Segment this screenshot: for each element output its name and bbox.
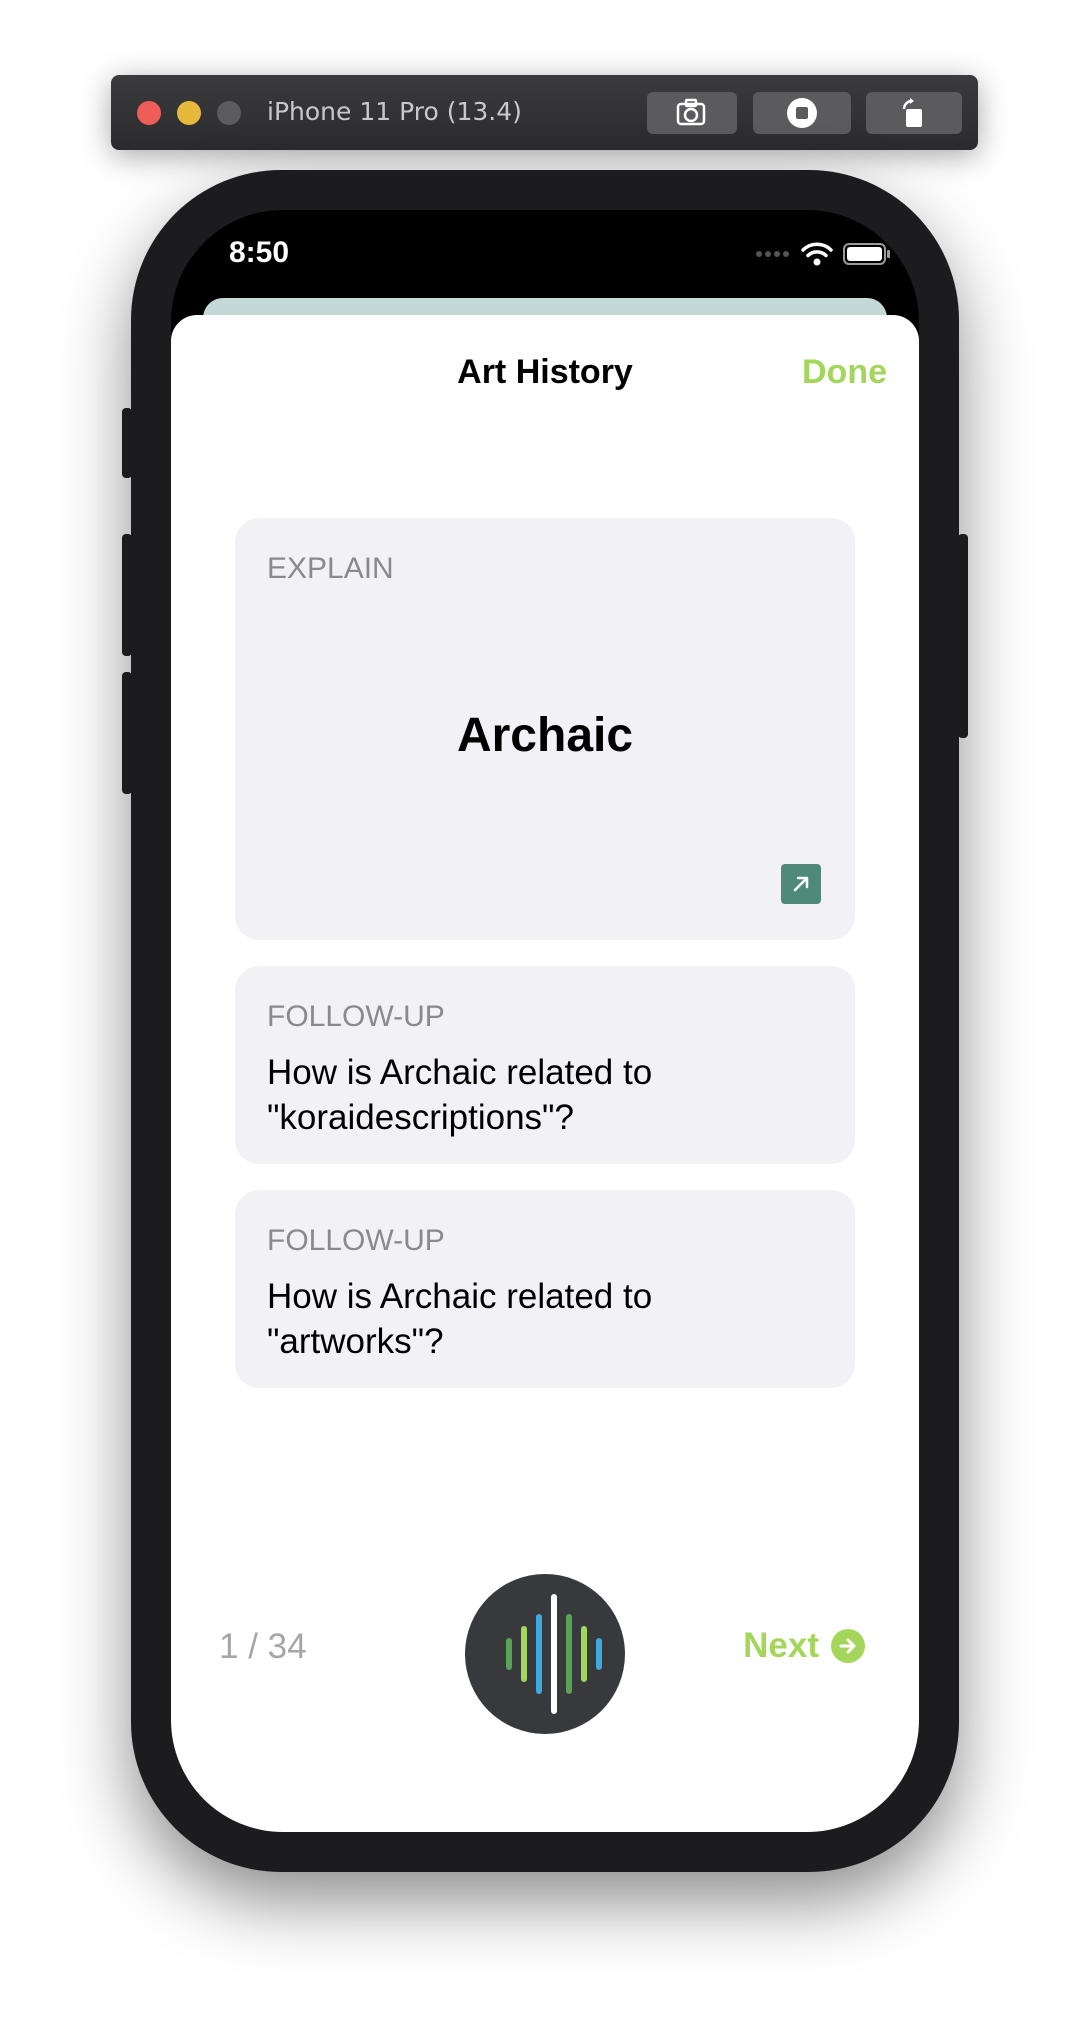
phone-screen: 8:50 Art History Done EXPLAIN Archaic FO…	[171, 210, 919, 1832]
expand-icon	[793, 876, 809, 892]
power-button	[958, 534, 968, 738]
rotate-button[interactable]	[866, 92, 962, 134]
card-counter: 1 / 34	[219, 1627, 307, 1666]
home-button[interactable]	[753, 92, 851, 134]
rotate-icon	[902, 98, 922, 127]
simulator-title-bar: iPhone 11 Pro (13.4)	[111, 75, 978, 150]
explain-card[interactable]: EXPLAIN Archaic	[235, 518, 855, 940]
status-time: 8:50	[229, 236, 290, 269]
volume-up-button	[122, 534, 132, 656]
next-button[interactable]: Next	[743, 1626, 865, 1666]
zoom-window-button[interactable]	[217, 101, 241, 125]
followup-card[interactable]: FOLLOW-UP How is Archaic related to "kor…	[235, 966, 855, 1164]
voice-waveform-icon	[506, 1594, 602, 1714]
close-window-button[interactable]	[137, 101, 161, 125]
followup-label: FOLLOW-UP	[267, 1000, 445, 1033]
arrow-right-circle-icon	[831, 1629, 865, 1663]
explain-label: EXPLAIN	[267, 552, 394, 585]
volume-down-button	[122, 672, 132, 794]
simulator-title: iPhone 11 Pro (13.4)	[267, 97, 522, 126]
screenshot-icon	[676, 98, 706, 126]
followup-question: How is Archaic related to "koraidescript…	[267, 1053, 653, 1137]
minimize-window-button[interactable]	[177, 101, 201, 125]
silent-switch	[122, 408, 132, 478]
followup-card[interactable]: FOLLOW-UP How is Archaic related to "art…	[235, 1190, 855, 1388]
done-button[interactable]: Done	[802, 353, 887, 392]
flashcard-sheet: Art History Done EXPLAIN Archaic FOLLOW-…	[171, 315, 919, 1832]
notch	[337, 210, 757, 270]
iphone-frame: 8:50 Art History Done EXPLAIN Archaic FO…	[122, 170, 968, 1872]
screenshot-button[interactable]	[647, 92, 737, 134]
next-label: Next	[743, 1626, 819, 1665]
battery-icon	[843, 243, 890, 265]
followup-label: FOLLOW-UP	[267, 1224, 445, 1257]
expand-button[interactable]	[781, 864, 821, 904]
status-icons	[755, 242, 891, 266]
explain-term: Archaic	[456, 709, 634, 762]
cellular-signal-icon	[756, 251, 789, 257]
wifi-icon	[801, 242, 833, 266]
home-icon	[787, 98, 817, 128]
voice-input-button[interactable]	[465, 1574, 625, 1734]
followup-question: How is Archaic related to "artworks"?	[267, 1277, 653, 1361]
